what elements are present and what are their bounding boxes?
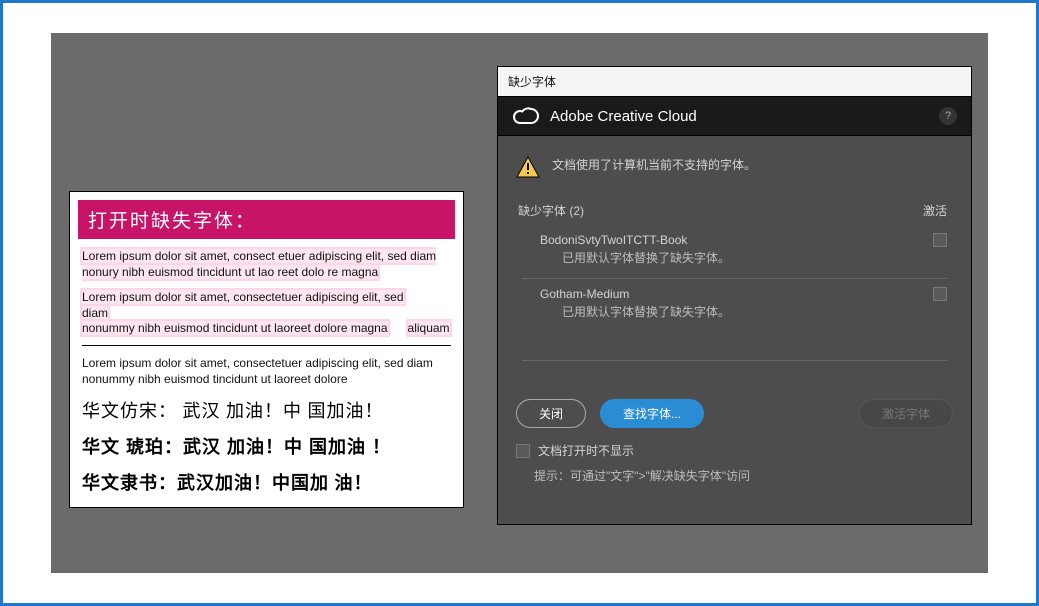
- doc-paragraph-2: Lorem ipsum dolor sit amet, consectetuer…: [82, 290, 451, 337]
- activate-checkbox[interactable]: [933, 287, 947, 301]
- doc-paragraph-1: Lorem ipsum dolor sit amet, consect etue…: [82, 249, 451, 280]
- creative-cloud-icon: [512, 107, 540, 125]
- creative-cloud-bar: Adobe Creative Cloud ?: [498, 97, 971, 136]
- activate-header: 激活: [923, 202, 947, 219]
- creative-cloud-label: Adobe Creative Cloud: [550, 108, 697, 125]
- alert-text: 文档使用了计算机当前不支持的字体。: [552, 156, 756, 173]
- dont-show-checkbox[interactable]: [516, 444, 530, 458]
- dialog-title: 缺少字体: [498, 67, 971, 97]
- find-fonts-button[interactable]: 查找字体...: [600, 399, 704, 428]
- font-item: BodoniSvtyTwoITCTT-Book 已用默认字体替换了缺失字体。: [498, 227, 971, 276]
- help-icon[interactable]: ?: [939, 107, 957, 125]
- doc-title: 打开时缺失字体：: [78, 200, 455, 239]
- warning-icon: [516, 156, 540, 178]
- document-preview: 打开时缺失字体： Lorem ipsum dolor sit amet, con…: [69, 191, 464, 508]
- font-name: Gotham-Medium: [540, 287, 629, 301]
- hint-text: 提示：可通过"文字">"解决缺失字体"访问: [498, 467, 971, 524]
- cjk-sample-hupo: 华文 琥珀：武汉 加油！中 国加油 ！: [82, 433, 451, 459]
- alert-row: 文档使用了计算机当前不支持的字体。: [498, 136, 971, 192]
- activate-fonts-button: 激活字体: [859, 399, 953, 428]
- font-item: Gotham-Medium 已用默认字体替换了缺失字体。: [498, 281, 971, 330]
- cjk-sample-lishu: 华文隶书：武汉加油！中国加 油！: [82, 469, 451, 495]
- close-button[interactable]: 关闭: [516, 399, 586, 428]
- activate-checkbox[interactable]: [933, 233, 947, 247]
- doc-paragraph-3: Lorem ipsum dolor sit amet, consectetuer…: [82, 356, 451, 387]
- font-status: 已用默认字体替换了缺失字体。: [522, 249, 947, 276]
- dont-show-label: 文档打开时不显示: [538, 442, 634, 459]
- missing-fonts-header: 缺少字体 (2): [518, 202, 584, 219]
- cjk-sample-fangsong: 华文仿宋： 武汉 加油！中 国加油！: [82, 397, 451, 423]
- font-status: 已用默认字体替换了缺失字体。: [522, 303, 947, 330]
- app-canvas: 打开时缺失字体： Lorem ipsum dolor sit amet, con…: [51, 33, 988, 573]
- font-name: BodoniSvtyTwoITCTT-Book: [540, 233, 687, 247]
- missing-fonts-dialog: 缺少字体 Adobe Creative Cloud ? 文档使用了计算机当前不支…: [497, 66, 972, 525]
